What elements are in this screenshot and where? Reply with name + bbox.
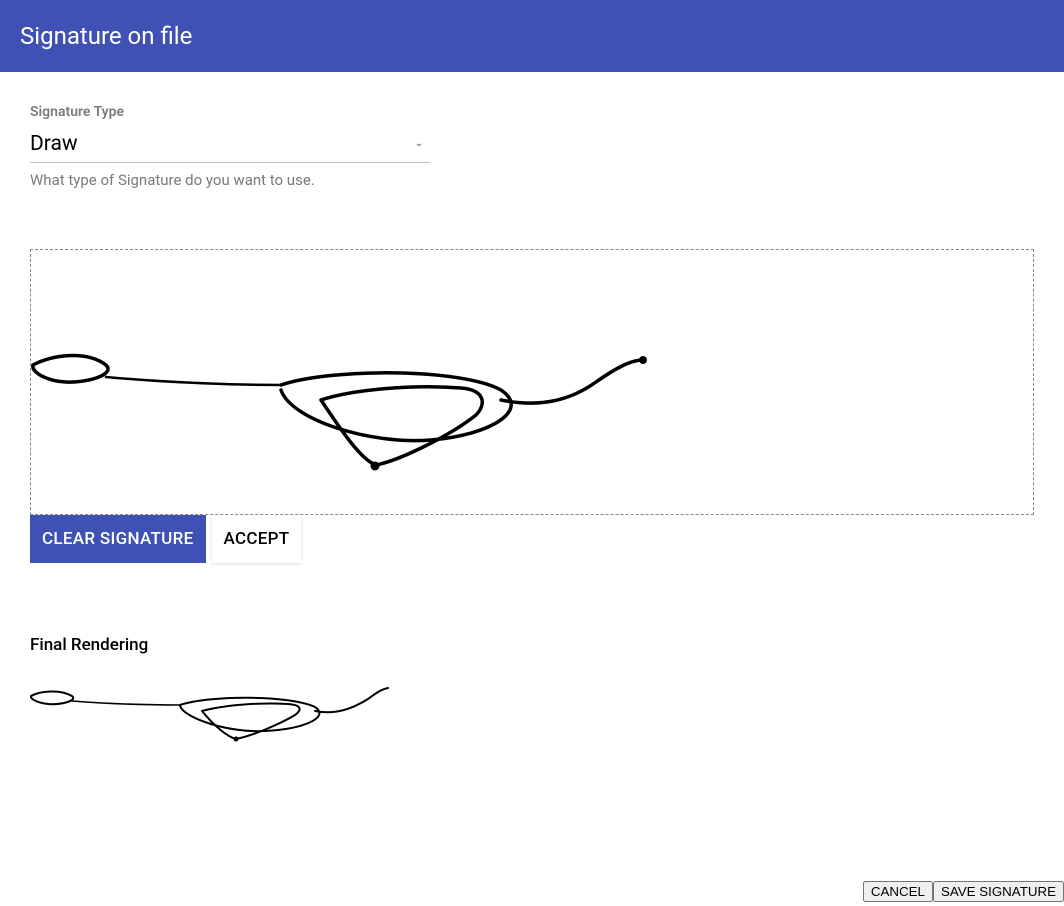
signature-canvas[interactable] xyxy=(30,249,1034,515)
clear-signature-button[interactable]: CLEAR SIGNATURE xyxy=(30,515,206,563)
signature-type-select[interactable]: Draw xyxy=(30,132,430,163)
dialog-title: Signature on file xyxy=(20,22,192,50)
signature-type-hint: What type of Signature do you want to us… xyxy=(30,171,1034,189)
save-button-highlight: SAVE SIGNATURE xyxy=(933,881,1064,902)
dialog-footer: CANCEL SAVE SIGNATURE xyxy=(863,881,1064,902)
cancel-button[interactable]: CANCEL xyxy=(863,881,933,902)
final-rendering-label: Final Rendering xyxy=(30,635,1034,655)
dialog-header: Signature on file xyxy=(0,0,1064,72)
signature-type-label: Signature Type xyxy=(30,104,1034,120)
save-signature-button[interactable]: SAVE SIGNATURE xyxy=(933,881,1064,902)
signature-type-value: Draw xyxy=(30,132,78,156)
canvas-button-row: CLEAR SIGNATURE ACCEPT xyxy=(30,515,1034,563)
final-rendering-preview xyxy=(30,679,1034,749)
dialog-content: Signature Type Draw What type of Signatu… xyxy=(0,72,1064,769)
chevron-down-icon xyxy=(412,138,426,152)
accept-button[interactable]: ACCEPT xyxy=(212,515,302,563)
